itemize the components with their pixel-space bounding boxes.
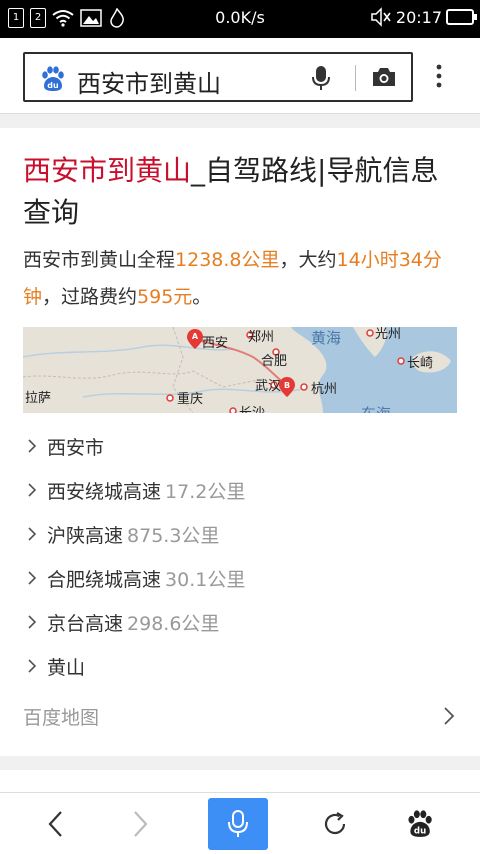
step-distance: 30.1公里: [165, 568, 246, 591]
source-link[interactable]: 百度地图: [23, 700, 457, 732]
forward-button[interactable]: [116, 793, 166, 854]
refresh-icon: [324, 812, 346, 835]
step-name: 沪陕高速: [47, 524, 124, 547]
summary-suffix: 。: [192, 286, 212, 308]
forward-icon: [134, 811, 148, 837]
route-summary: 西安市到黄山全程1238.8公里，大约14小时34分钟，过路费约595元。: [23, 242, 453, 316]
summary-mid: ，大约: [279, 249, 337, 271]
step-distance: 17.2公里: [165, 480, 246, 503]
step-distance: 875.3公里: [127, 524, 220, 547]
route-step[interactable]: 沪陕高速 875.3公里: [23, 512, 457, 556]
search-input[interactable]: 西安市到黄山: [77, 64, 221, 99]
step-name: 合肥绕城高速: [47, 568, 162, 591]
map-label-lasa: 拉萨: [25, 391, 51, 406]
map-graphic: A B 西安 郑州 黄海 光州 合肥 长崎 拉萨 重庆 武汉 杭州 长沙 东海: [23, 327, 457, 413]
map-label-wuhan: 武汉: [255, 379, 281, 394]
map-label-changsha: 长沙: [239, 406, 265, 413]
result-title-link[interactable]: 西安市到黄山_自驾路线|导航信息查询: [23, 150, 463, 234]
map-label-zhengzhou: 郑州: [248, 330, 274, 345]
back-icon: [48, 811, 62, 837]
more-menu-icon[interactable]: [436, 64, 442, 88]
route-steps: 西安市 西安绕城高速 17.2公里 沪陕高速 875.3公里 合肥绕城高速 30…: [23, 424, 457, 688]
route-result-card: 西安市到黄山_自驾路线|导航信息查询 西安市到黄山全程1238.8公里，大约14…: [0, 128, 480, 756]
voice-button[interactable]: [208, 798, 268, 850]
baidu-paw-icon: du: [408, 810, 432, 837]
microphone-icon: [228, 810, 248, 837]
baidu-home-button[interactable]: du: [394, 793, 444, 854]
title-highlight: 西安市到黄山: [23, 154, 192, 187]
svg-text:du: du: [414, 827, 426, 837]
battery-icon: [446, 9, 477, 25]
marker-a: A: [192, 332, 199, 341]
clock: 20:17: [395, 7, 442, 27]
route-step[interactable]: 黄山: [23, 644, 457, 688]
refresh-button[interactable]: [310, 793, 360, 854]
route-map[interactable]: A B 西安 郑州 黄海 光州 合肥 长崎 拉萨 重庆 武汉 杭州 长沙 东海: [23, 327, 457, 413]
chevron-right-icon: [444, 707, 455, 725]
summary-prefix: 西安市到黄山全程: [23, 249, 176, 271]
total-distance: 1238.8公里: [175, 249, 280, 271]
map-label-hefei: 合肥: [261, 354, 287, 369]
search-box[interactable]: du 西安市到黄山: [23, 52, 413, 102]
step-distance: 298.6公里: [127, 612, 220, 635]
chevron-right-icon: [28, 483, 37, 497]
chevron-right-icon: [28, 659, 37, 673]
mute-icon: [371, 7, 391, 27]
chevron-right-icon: [28, 571, 37, 585]
route-step[interactable]: 西安绕城高速 17.2公里: [23, 468, 457, 512]
source-label: 百度地图: [23, 706, 100, 729]
camera-search-icon[interactable]: [371, 65, 397, 89]
chevron-right-icon: [28, 615, 37, 629]
search-divider: [355, 65, 356, 91]
bottom-toolbar: du: [0, 792, 480, 854]
map-label-hangzhou: 杭州: [311, 382, 337, 397]
chevron-right-icon: [28, 527, 37, 541]
route-step[interactable]: 合肥绕城高速 30.1公里: [23, 556, 457, 600]
svg-text:du: du: [47, 81, 59, 90]
map-label-xian: 西安: [202, 336, 228, 351]
summary-mid2: ，过路费约: [42, 286, 138, 308]
back-button[interactable]: [30, 793, 80, 854]
search-header: du 西安市到黄山: [0, 38, 480, 114]
status-bar: 1 2 0.0K/s 20:17: [0, 0, 480, 38]
next-result-card: [0, 770, 480, 792]
step-name: 西安市: [47, 436, 105, 459]
baidu-paw-icon: du: [42, 66, 64, 91]
map-label-guangzhou: 光州: [375, 327, 401, 342]
voice-search-icon[interactable]: [311, 65, 331, 91]
step-name: 京台高速: [47, 612, 124, 635]
step-name: 西安绕城高速: [47, 480, 162, 503]
chevron-right-icon: [28, 439, 37, 453]
map-label-donghai: 东海: [361, 405, 391, 413]
toll-fee: 595元: [137, 286, 193, 308]
route-step[interactable]: 京台高速 298.6公里: [23, 600, 457, 644]
step-name: 黄山: [47, 656, 86, 679]
map-label-chongqing: 重庆: [177, 391, 203, 407]
map-label-changqi: 长崎: [407, 356, 433, 371]
map-label-huanghai: 黄海: [311, 329, 341, 347]
route-step[interactable]: 西安市: [23, 424, 457, 468]
marker-b: B: [284, 381, 290, 390]
